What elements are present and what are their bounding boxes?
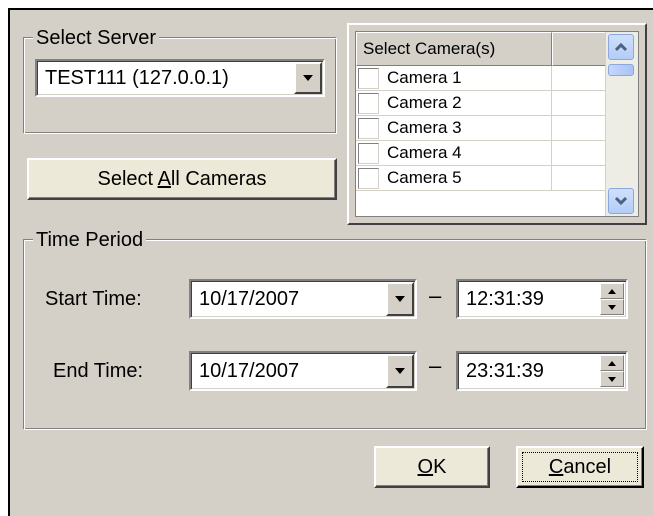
column-header-empty[interactable] [552,32,606,66]
scroll-thumb[interactable] [608,64,634,76]
cancel-accel: C [548,456,564,478]
end-time-label: End Time: [53,360,144,382]
start-date-value: 10/17/2007 [199,288,300,310]
list-item[interactable]: Camera 4 [356,141,606,166]
camera-list[interactable]: Select Camera(s) Camera 1 Camera 2 Camer… [355,31,639,217]
start-time-label: Start Time: [45,288,142,310]
start-separator: – [429,283,442,308]
camera-label: Camera 2 [387,93,462,112]
camera-1-checkbox[interactable] [358,67,379,89]
list-item[interactable]: Camera 2 [356,91,606,116]
spin-up-icon [608,360,616,366]
cancel-rest: ancel [563,456,612,478]
camera-list-header: Select Camera(s) [356,32,606,66]
list-item[interactable]: Camera 3 [356,116,606,141]
list-item[interactable]: Camera 5 [356,166,606,191]
chevron-down-icon [395,368,405,374]
end-time-input[interactable]: 23:31:39 [456,351,628,391]
camera-label: Camera 4 [387,143,462,162]
scroll-down-button[interactable] [608,188,634,214]
chevron-up-icon [614,42,628,52]
time-period-legend: Time Period [33,228,147,252]
end-time-spinner[interactable] [600,355,624,387]
select-all-label-prefix: Select [97,168,158,190]
chevron-down-icon [395,296,405,302]
column-header-select-cameras[interactable]: Select Camera(s) [356,32,552,66]
camera-list-panel: Select Camera(s) Camera 1 Camera 2 Camer… [347,23,647,225]
server-dropdown[interactable]: TEST111 (127.0.0.1) [35,59,325,97]
time-period-group: Time Period Start Time: 10/17/2007 – 12:… [24,228,647,430]
end-date-value: 10/17/2007 [199,360,300,382]
cancel-button[interactable]: Cancel [516,446,644,488]
start-date-picker[interactable]: 10/17/2007 [189,279,417,319]
select-server-legend: Select Server [33,26,160,50]
camera-4-checkbox[interactable] [358,142,379,164]
select-server-group: Select Server TEST111 (127.0.0.1) [24,26,337,134]
camera-2-checkbox[interactable] [358,92,379,114]
spin-down-icon [608,376,616,382]
start-time-spin-down[interactable] [600,299,624,315]
ok-button[interactable]: OK [374,446,490,488]
select-cameras-dialog: Select Server TEST111 (127.0.0.1) Select… [8,8,653,516]
spin-up-icon [608,288,616,294]
start-time-input[interactable]: 12:31:39 [456,279,628,319]
end-separator: – [429,353,442,378]
start-time-value: 12:31:39 [466,288,544,310]
list-item[interactable]: Camera 1 [356,66,606,91]
start-time-spinner[interactable] [600,283,624,315]
scroll-up-button[interactable] [608,34,634,60]
select-all-label-accel: A [157,168,171,190]
camera-label: Camera 3 [387,118,462,137]
camera-5-checkbox[interactable] [358,167,379,189]
end-time-value: 23:31:39 [466,360,544,382]
camera-label: Camera 5 [387,168,462,187]
server-dropdown-button[interactable] [294,62,322,94]
spin-down-icon [608,304,616,310]
start-time-spin-up[interactable] [600,283,624,299]
end-date-dropdown-button[interactable] [386,354,414,388]
ok-accel: O [417,456,434,478]
camera-list-scrollbar[interactable] [605,32,638,216]
chevron-down-icon [614,196,628,206]
camera-label: Camera 1 [387,68,462,87]
camera-rows: Camera 1 Camera 2 Camera 3 Camera 4 Came… [356,66,606,191]
end-time-spin-down[interactable] [600,371,624,387]
ok-rest: K [433,456,447,478]
start-date-dropdown-button[interactable] [386,282,414,316]
select-all-label-suffix: ll Cameras [170,168,267,190]
select-all-cameras-button[interactable]: Select All Cameras [27,158,337,200]
camera-3-checkbox[interactable] [358,117,379,139]
end-time-spin-up[interactable] [600,355,624,371]
server-dropdown-value: TEST111 (127.0.0.1) [45,67,229,89]
chevron-down-icon [303,75,313,81]
end-date-picker[interactable]: 10/17/2007 [189,351,417,391]
